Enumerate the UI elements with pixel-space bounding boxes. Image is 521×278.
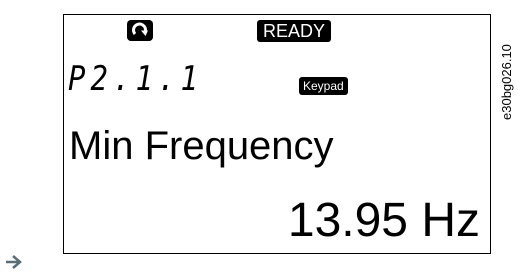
figure-id-text: e30bg026.10 [499,44,514,120]
arrow-right-icon [4,254,24,270]
figure-id-label: e30bg026.10 [496,10,518,120]
parameter-code: P2.1.1 [68,59,204,99]
parameter-value: 13.95 Hz [287,194,480,247]
rotation-arrow-icon [127,20,153,41]
control-place-badge: Keypad [299,77,348,95]
keypad-display: READY P2.1.1 Keypad Min Frequency 13.95 … [63,14,491,254]
parameter-name: Min Frequency [69,124,334,168]
status-badge: READY [257,20,332,42]
